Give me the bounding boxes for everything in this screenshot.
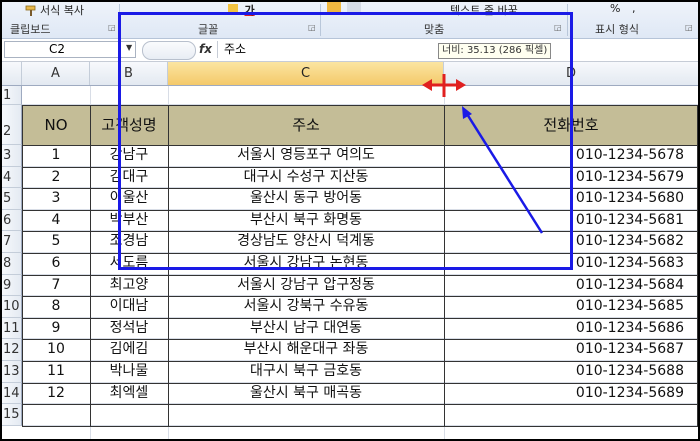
annotation-overlay xyxy=(422,74,544,234)
resize-cursor-icon xyxy=(422,74,466,97)
excel-window: 서식 복사 가 텍스트 줄 바꿈 % , 클립보드 ◲ 글꼴 ◲ 맞춤 ◲ 표시… xyxy=(0,0,700,441)
pointer-arrow-icon xyxy=(462,106,544,234)
